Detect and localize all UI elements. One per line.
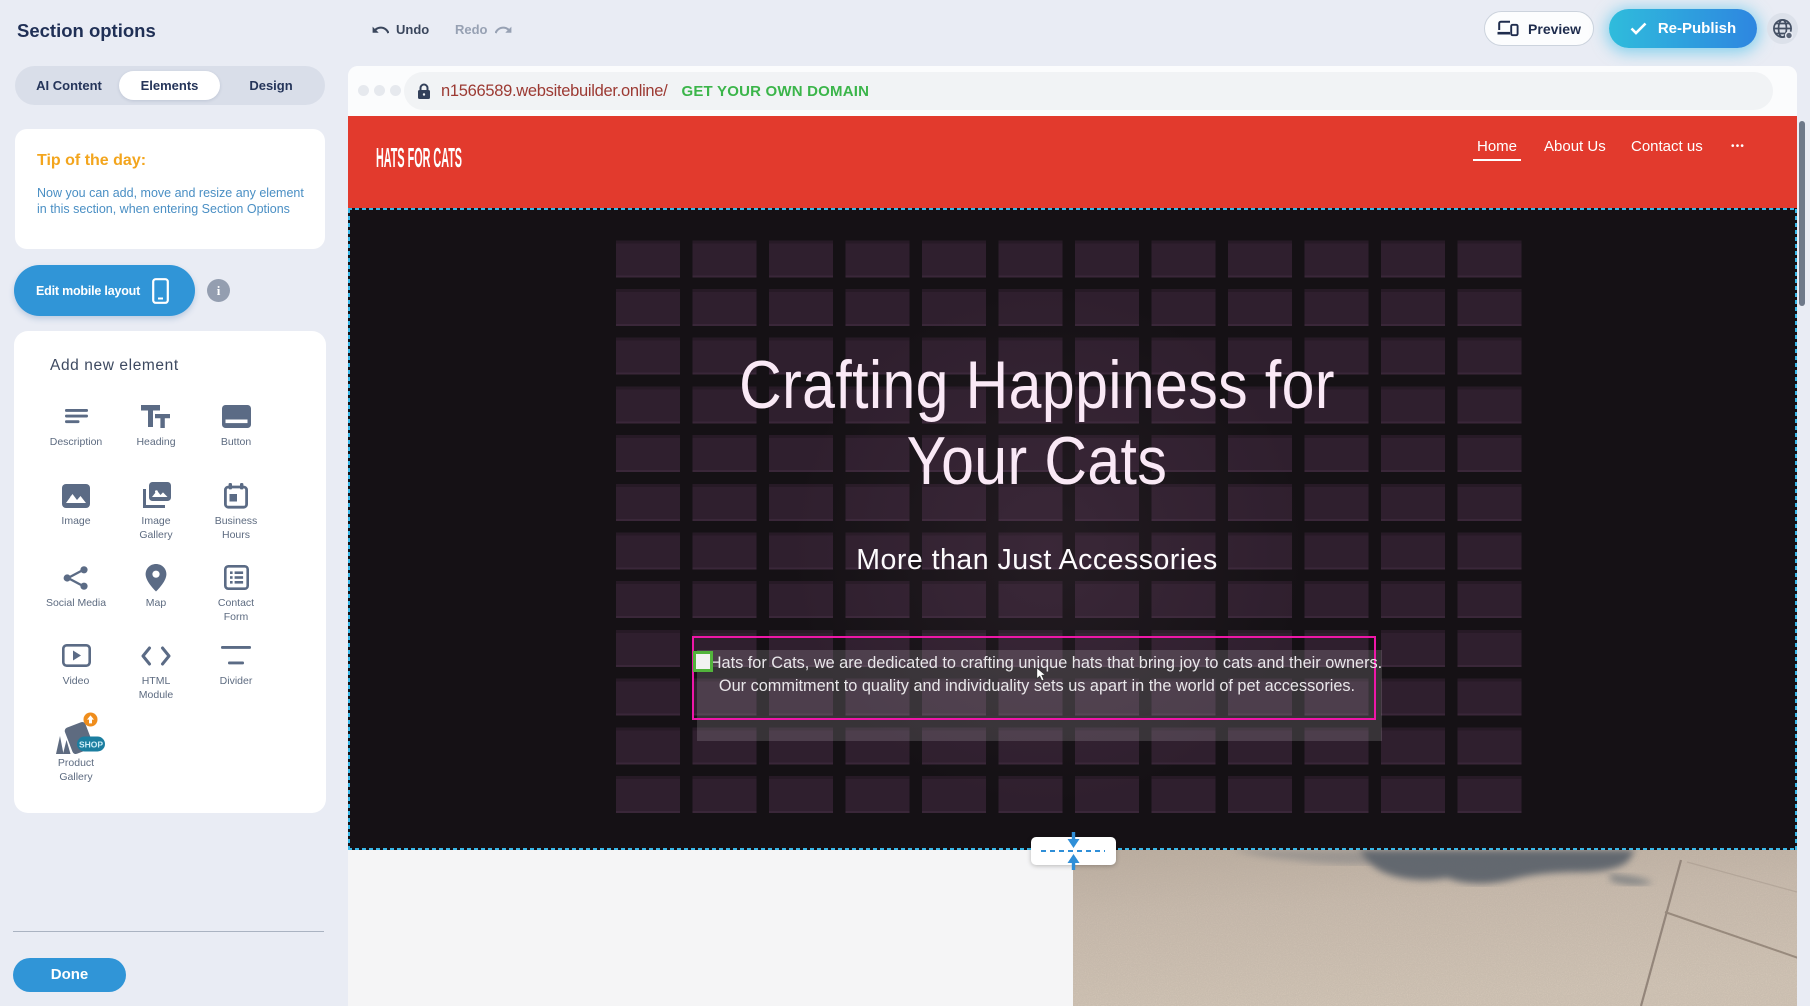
svg-text:HATS FOR CATS: HATS FOR CATS — [376, 143, 462, 173]
svg-text:SHOP: SHOP — [79, 740, 103, 750]
